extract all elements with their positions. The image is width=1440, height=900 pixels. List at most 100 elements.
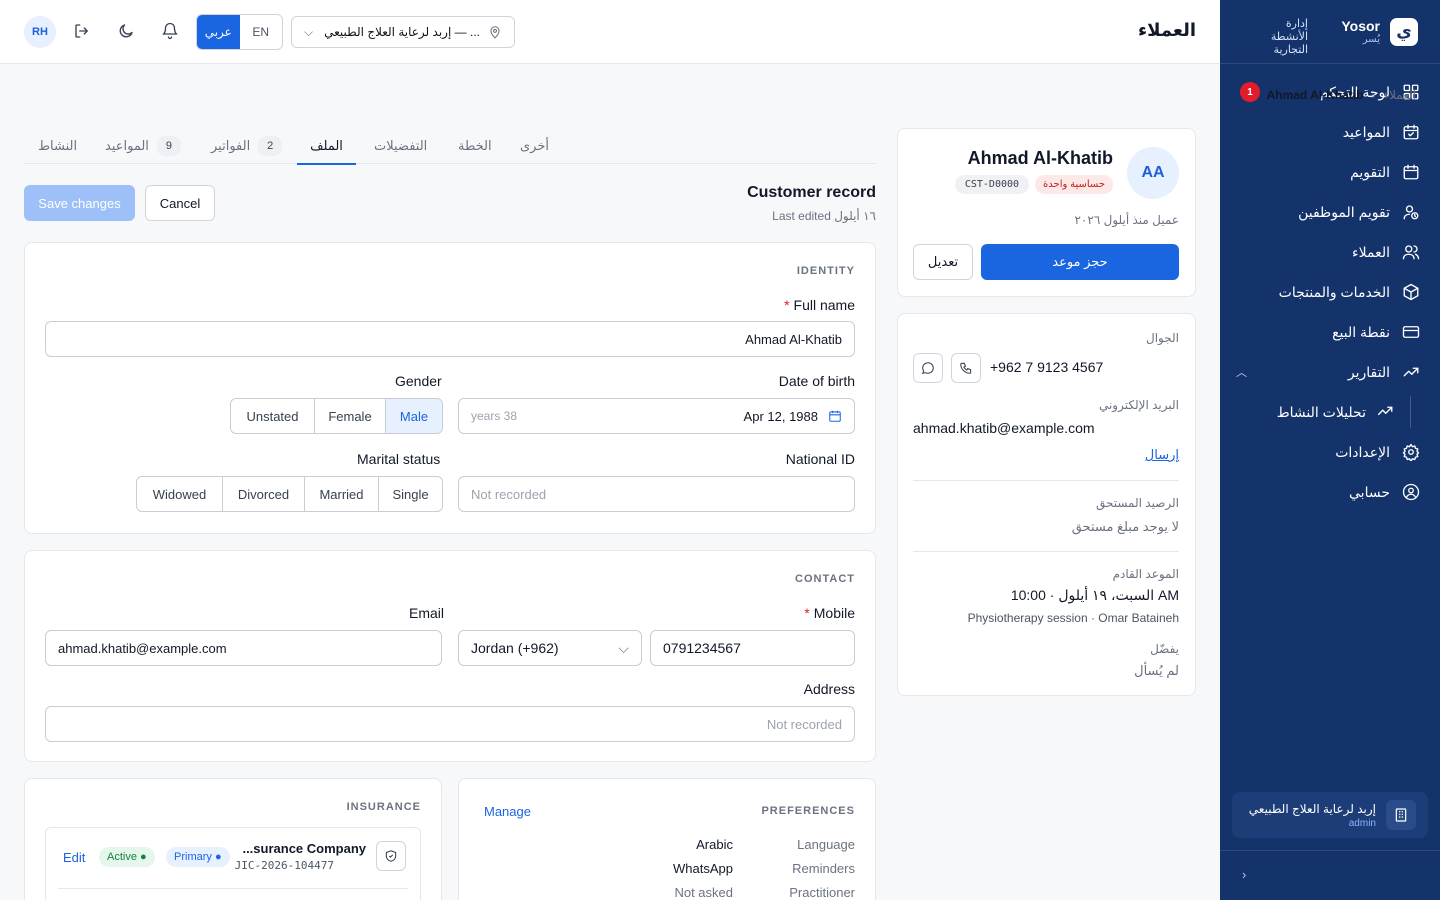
contact-section: CONTACT Email ahmad.khatib@example.com *… (24, 550, 876, 762)
active-badge-label: Active (107, 851, 137, 863)
tab-activity[interactable]: النشاط (38, 128, 77, 164)
tab-plan[interactable]: الخطة (458, 128, 492, 164)
marital-label: Marital status (357, 451, 441, 467)
tab-label: النشاط (38, 138, 78, 153)
users-icon (1402, 243, 1420, 261)
call-button[interactable] (951, 353, 981, 383)
bell-icon[interactable] (160, 21, 180, 41)
notification-badge: 1 (1240, 82, 1260, 102)
edit-insurance-link[interactable]: Edit (63, 850, 85, 865)
address-input[interactable]: Not recorded (45, 706, 855, 742)
save-changes-button[interactable]: Save changes (24, 185, 135, 221)
national-id-input[interactable]: Not recorded (458, 476, 855, 512)
clinic-select-value: إربد لرعاية العلاج الطبيعي — ... (324, 25, 480, 39)
customer-tags: CST-D0000 حساسية واحدة (954, 175, 1113, 194)
fullname-label-wrap: * Full name (784, 297, 855, 313)
sidebar-item-label: المواعيد (1342, 123, 1390, 140)
dob-value: Apr 12, 1988 (743, 408, 818, 424)
trend-icon (1402, 363, 1420, 381)
sidebar-item-label: تقويم الموظفين (1298, 203, 1390, 220)
moon-icon[interactable] (116, 21, 136, 41)
mobile-field-label: Mobile (813, 605, 855, 621)
breadcrumb-current: Ahmad Al-Khatib (1266, 88, 1364, 102)
sidebar-item-reports[interactable]: ︿ التقارير (1220, 352, 1440, 392)
edit-profile-button[interactable]: تعديل (913, 244, 973, 280)
breadcrumb-root[interactable]: العملاء (1383, 88, 1416, 102)
mobile-label: الجوال (1146, 331, 1179, 345)
collapse-sidebar-icon[interactable]: › (1242, 867, 1246, 882)
divider (913, 480, 1179, 481)
clinic-text: إربد لرعاية العلاج الطبيعي admin (1249, 802, 1376, 829)
breadcrumb-separator: › (1371, 88, 1376, 102)
clinic-switcher[interactable]: إربد لرعاية العلاج الطبيعي admin (1232, 792, 1428, 838)
tab-profile[interactable]: الملف (297, 128, 356, 165)
country-code-select[interactable]: Jordan (+962) ⌵ (458, 630, 642, 666)
contact-summary-card: الجوال +962 7 9123 4567 البريد الإلكترون… (897, 313, 1196, 696)
fullname-value: Ahmad Al-Khatib (745, 331, 842, 347)
record-last-edited: Last edited ١٦ أيلول (772, 209, 876, 223)
sidebar: Yosor يُسر ي إدارة الأنشطة التجارية 1 لو… (1220, 0, 1440, 900)
box-icon (1402, 283, 1420, 301)
brand-sub: يُسر (1362, 34, 1380, 45)
mobile-field-value: 0791234567 (663, 640, 741, 656)
message-button[interactable] (913, 353, 943, 383)
marital-option-single[interactable]: Single (378, 477, 442, 511)
insurance-company: ...surance Company (242, 841, 366, 856)
dob-input[interactable]: years 38 Apr 12, 1988 (458, 398, 855, 434)
sidebar-item-appointments[interactable]: المواعيد (1220, 112, 1440, 152)
tab-invoices[interactable]: الفواتير 2 (211, 128, 283, 164)
sidebar-item-staff-calendar[interactable]: تقويم الموظفين (1220, 192, 1440, 232)
tab-count: 2 (258, 136, 283, 156)
breadcrumb: Ahmad Al-Khatib › العملاء (1267, 88, 1416, 102)
mobile-value: +962 7 9123 4567 (990, 359, 1104, 375)
trend-icon (1376, 402, 1394, 423)
email-field-value: ahmad.khatib@example.com (58, 640, 227, 656)
fullname-input[interactable]: Ahmad Al-Khatib (45, 321, 855, 357)
logout-icon[interactable] (72, 21, 92, 41)
profile-card: AA Ahmad Al-Khatib CST-D0000 حساسية واحد… (897, 128, 1196, 297)
tab-appointments[interactable]: المواعيد 9 (105, 128, 181, 164)
country-code-value: Jordan (+962) (471, 640, 559, 656)
sidebar-item-services[interactable]: الخدمات والمنتجات (1220, 272, 1440, 312)
sidebar-item-pos[interactable]: نقطة البيع (1220, 312, 1440, 352)
pref-key-reminders: Reminders (792, 861, 855, 876)
clinic-select[interactable]: ⌵ إربد لرعاية العلاج الطبيعي — ... (291, 16, 515, 48)
sidebar-item-account[interactable]: حسابي (1220, 472, 1440, 512)
marital-option-divorced[interactable]: Divorced (222, 477, 304, 511)
pref-key-practitioner: Practitioner (789, 885, 855, 900)
lang-ar-button[interactable]: عربي (197, 15, 240, 49)
manage-preferences-link[interactable]: Manage (484, 804, 531, 819)
user-clock-icon (1402, 203, 1420, 221)
tab-label: الفواتير (211, 138, 251, 153)
preferences-section: PREFERENCES Manage Language Arabic Remin… (458, 778, 876, 900)
sidebar-item-calendar[interactable]: التقويم (1220, 152, 1440, 192)
sidebar-item-customers[interactable]: العملاء (1220, 232, 1440, 272)
cancel-button[interactable]: Cancel (145, 185, 215, 221)
pref-key-language: Language (797, 837, 855, 852)
tab-preferences[interactable]: التفضيلات (374, 128, 427, 164)
mobile-field[interactable]: 0791234567 (650, 630, 855, 666)
marital-option-married[interactable]: Married (304, 477, 378, 511)
marital-option-widowed[interactable]: Widowed (137, 477, 222, 511)
sidebar-item-activity-analytics[interactable]: تحليلات النشاط (1220, 392, 1440, 432)
user-avatar[interactable]: RH (24, 16, 56, 48)
insurance-section: INSURANCE ...surance Company JIC-2026-10… (24, 778, 442, 900)
gender-option-male[interactable]: Male (385, 399, 442, 433)
book-appointment-button[interactable]: حجز موعد (981, 244, 1179, 280)
primary-badge: Primary ● (166, 847, 230, 867)
chevron-up-icon[interactable]: ︿ (1236, 364, 1247, 380)
tab-other[interactable]: أخرى (520, 128, 549, 164)
calendar-icon (1402, 163, 1420, 181)
clinic-select-value-wrap: إربد لرعاية العلاج الطبيعي — ... (324, 25, 502, 39)
sidebar-item-settings[interactable]: الإعدادات (1220, 432, 1440, 472)
calendar-icon[interactable] (828, 409, 842, 423)
section-title: PREFERENCES (761, 805, 855, 817)
gender-option-female[interactable]: Female (314, 399, 385, 433)
send-email-link[interactable]: إرسال (1145, 447, 1179, 463)
lang-en-button[interactable]: EN (240, 15, 283, 49)
sidebar-footer: › (1220, 850, 1440, 900)
preferred-label: يفضّل (1150, 642, 1179, 656)
record-title: Customer record (747, 184, 876, 201)
gender-option-unstated[interactable]: Unstated (231, 399, 314, 433)
email-field[interactable]: ahmad.khatib@example.com (45, 630, 442, 666)
